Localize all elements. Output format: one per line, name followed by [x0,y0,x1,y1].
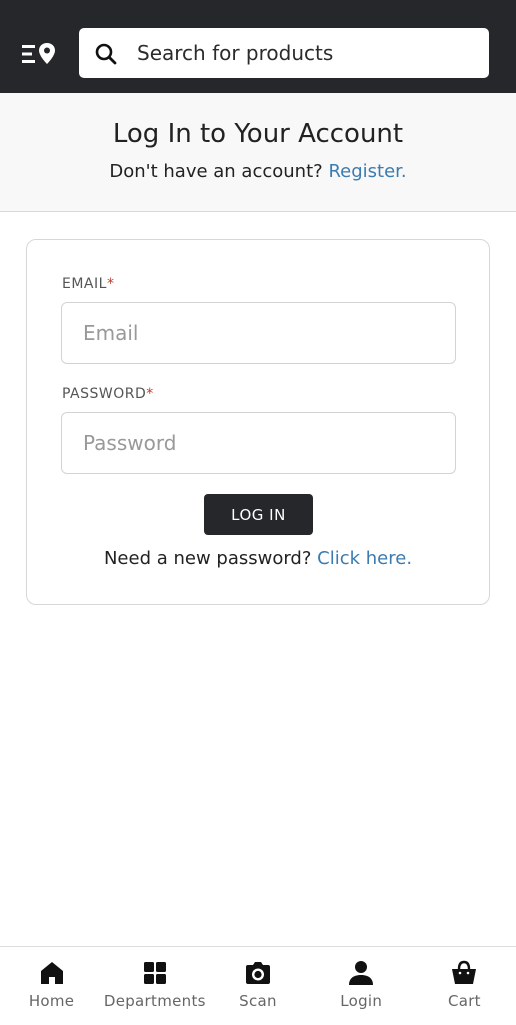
nav-label-departments: Departments [103,992,206,1010]
search-bar[interactable] [79,28,489,78]
login-form-card: EMAIL* PASSWORD* LOG IN Need a new passw… [26,239,490,605]
nav-item-home[interactable]: Home [0,947,103,1025]
menu-location-icon [22,43,55,64]
login-button[interactable]: LOG IN [204,494,313,535]
password-label-text: PASSWORD [62,386,147,402]
password-label: PASSWORD* [62,386,154,402]
login-header: Log In to Your Account Don't have an acc… [0,93,516,212]
search-input[interactable] [137,28,477,78]
forgot-password-prompt: Need a new password? Click here. [27,548,489,569]
top-bar [0,0,516,93]
nav-label-scan: Scan [239,992,277,1010]
email-required-mark: * [106,276,115,292]
home-icon [40,962,63,984]
email-label-text: EMAIL [62,276,107,292]
nav-label-home: Home [28,992,75,1010]
reset-password-link[interactable]: Click here. [317,548,412,569]
nav-item-cart[interactable]: Cart [413,947,516,1025]
email-field[interactable] [61,302,456,364]
page-title: Log In to Your Account [112,119,404,149]
nav-item-login[interactable]: Login [310,947,413,1025]
nav-item-scan[interactable]: Scan [206,947,309,1025]
grid-icon [143,962,166,984]
email-label: EMAIL* [62,276,114,292]
register-prompt: Don't have an account? Register. [0,161,516,182]
user-icon [349,961,374,985]
camera-icon [246,962,270,984]
register-link[interactable]: Register. [328,161,406,182]
bottom-nav: Home Departments Scan Login Cart [0,946,516,1025]
password-required-mark: * [146,386,154,402]
search-icon [95,43,117,65]
nav-item-departments[interactable]: Departments [103,947,206,1025]
register-prompt-text: Don't have an account? [109,161,323,182]
nav-label-login: Login [340,992,383,1010]
forgot-prompt-text: Need a new password? [103,548,312,569]
basket-icon [452,960,477,984]
store-menu-button[interactable] [22,42,58,66]
password-field[interactable] [61,412,456,474]
nav-label-cart: Cart [447,992,481,1010]
